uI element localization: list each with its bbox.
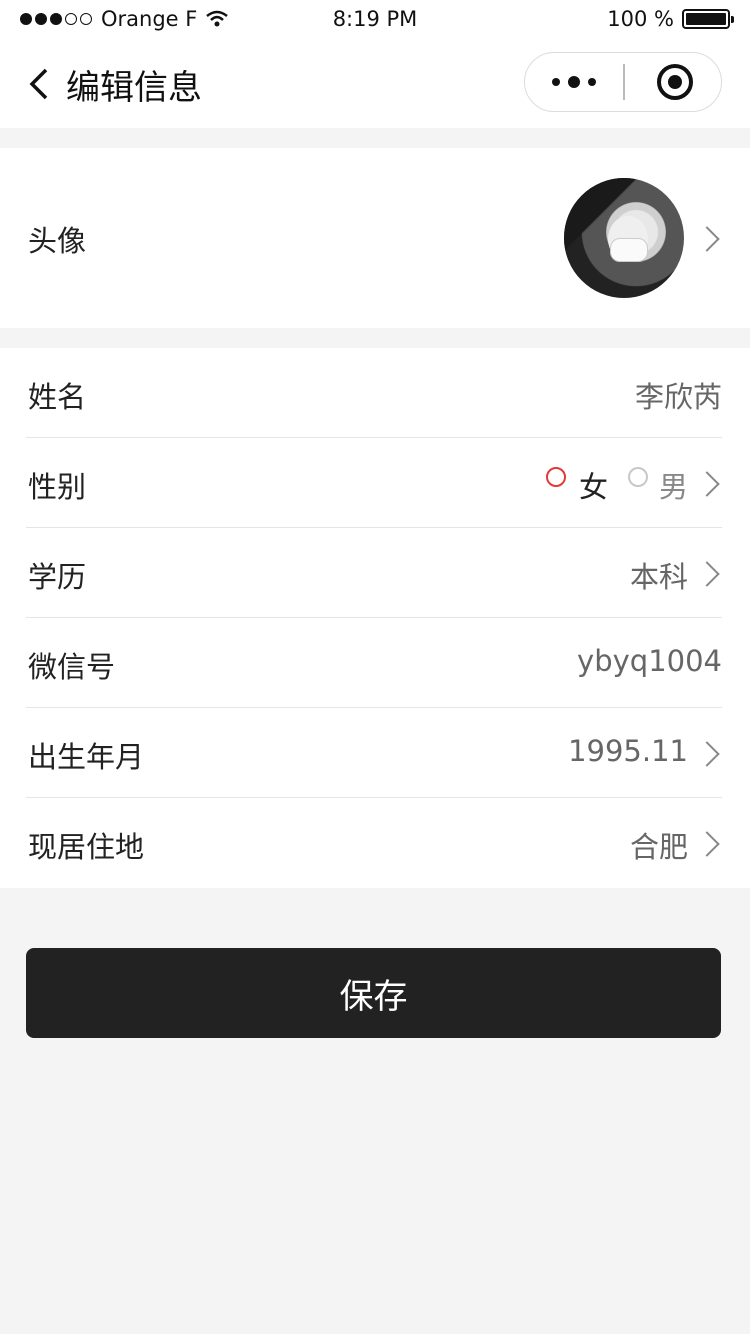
chevron-right-icon — [694, 741, 720, 767]
target-circle-icon[interactable] — [657, 64, 693, 100]
chevron-right-icon — [694, 226, 720, 252]
education-value: 本科 — [629, 560, 688, 594]
birth-value: 1995.11 — [568, 734, 688, 768]
gender-female-radio[interactable] — [546, 467, 566, 487]
battery-icon — [682, 9, 734, 29]
residence-value: 合肥 — [629, 830, 688, 864]
mini-program-capsule — [524, 52, 722, 112]
education-row[interactable]: 学历 本科 — [0, 528, 750, 618]
chevron-right-icon — [694, 831, 720, 857]
wechat-row[interactable]: 微信号 ybyq1004 — [0, 618, 750, 708]
gender-row: 性别 女 男 — [0, 438, 750, 528]
name-label: 姓名 — [28, 380, 87, 414]
birth-label: 出生年月 — [28, 740, 145, 774]
avatar-label: 头像 — [28, 224, 87, 258]
avatar-row[interactable]: 头像 — [0, 148, 750, 328]
battery-percent: 100 % — [607, 7, 674, 31]
more-dots-icon[interactable] — [525, 53, 623, 111]
profile-info-list: 姓名 李欣芮 性别 女 男 学历 本科 微信号 ybyq1004 出生年月 19… — [0, 348, 750, 888]
capsule-divider — [623, 64, 625, 100]
avatar[interactable] — [564, 178, 684, 298]
page-title: 编辑信息 — [66, 68, 202, 108]
gender-male-label[interactable]: 男 — [659, 464, 688, 506]
gender-label: 性别 — [28, 470, 87, 504]
chevron-right-icon — [694, 561, 720, 587]
save-button[interactable]: 保存 — [26, 948, 721, 1038]
chevron-right-icon — [694, 471, 720, 497]
navigation-bar: 编辑信息 — [0, 40, 750, 128]
education-label: 学历 — [28, 560, 87, 594]
status-bar: Orange F 8:19 PM 100 % — [0, 0, 750, 40]
name-row[interactable]: 姓名 李欣芮 — [0, 348, 750, 438]
residence-label: 现居住地 — [28, 830, 145, 864]
gender-female-label[interactable]: 女 — [579, 464, 608, 506]
battery-area: 100 % — [607, 7, 734, 31]
residence-row[interactable]: 现居住地 合肥 — [0, 798, 750, 888]
gender-male-radio[interactable] — [628, 467, 648, 487]
name-value: 李欣芮 — [634, 380, 722, 414]
wechat-label: 微信号 — [28, 650, 116, 684]
wechat-value: ybyq1004 — [577, 644, 722, 678]
chevron-left-icon[interactable] — [26, 62, 56, 106]
birth-row[interactable]: 出生年月 1995.11 — [0, 708, 750, 798]
